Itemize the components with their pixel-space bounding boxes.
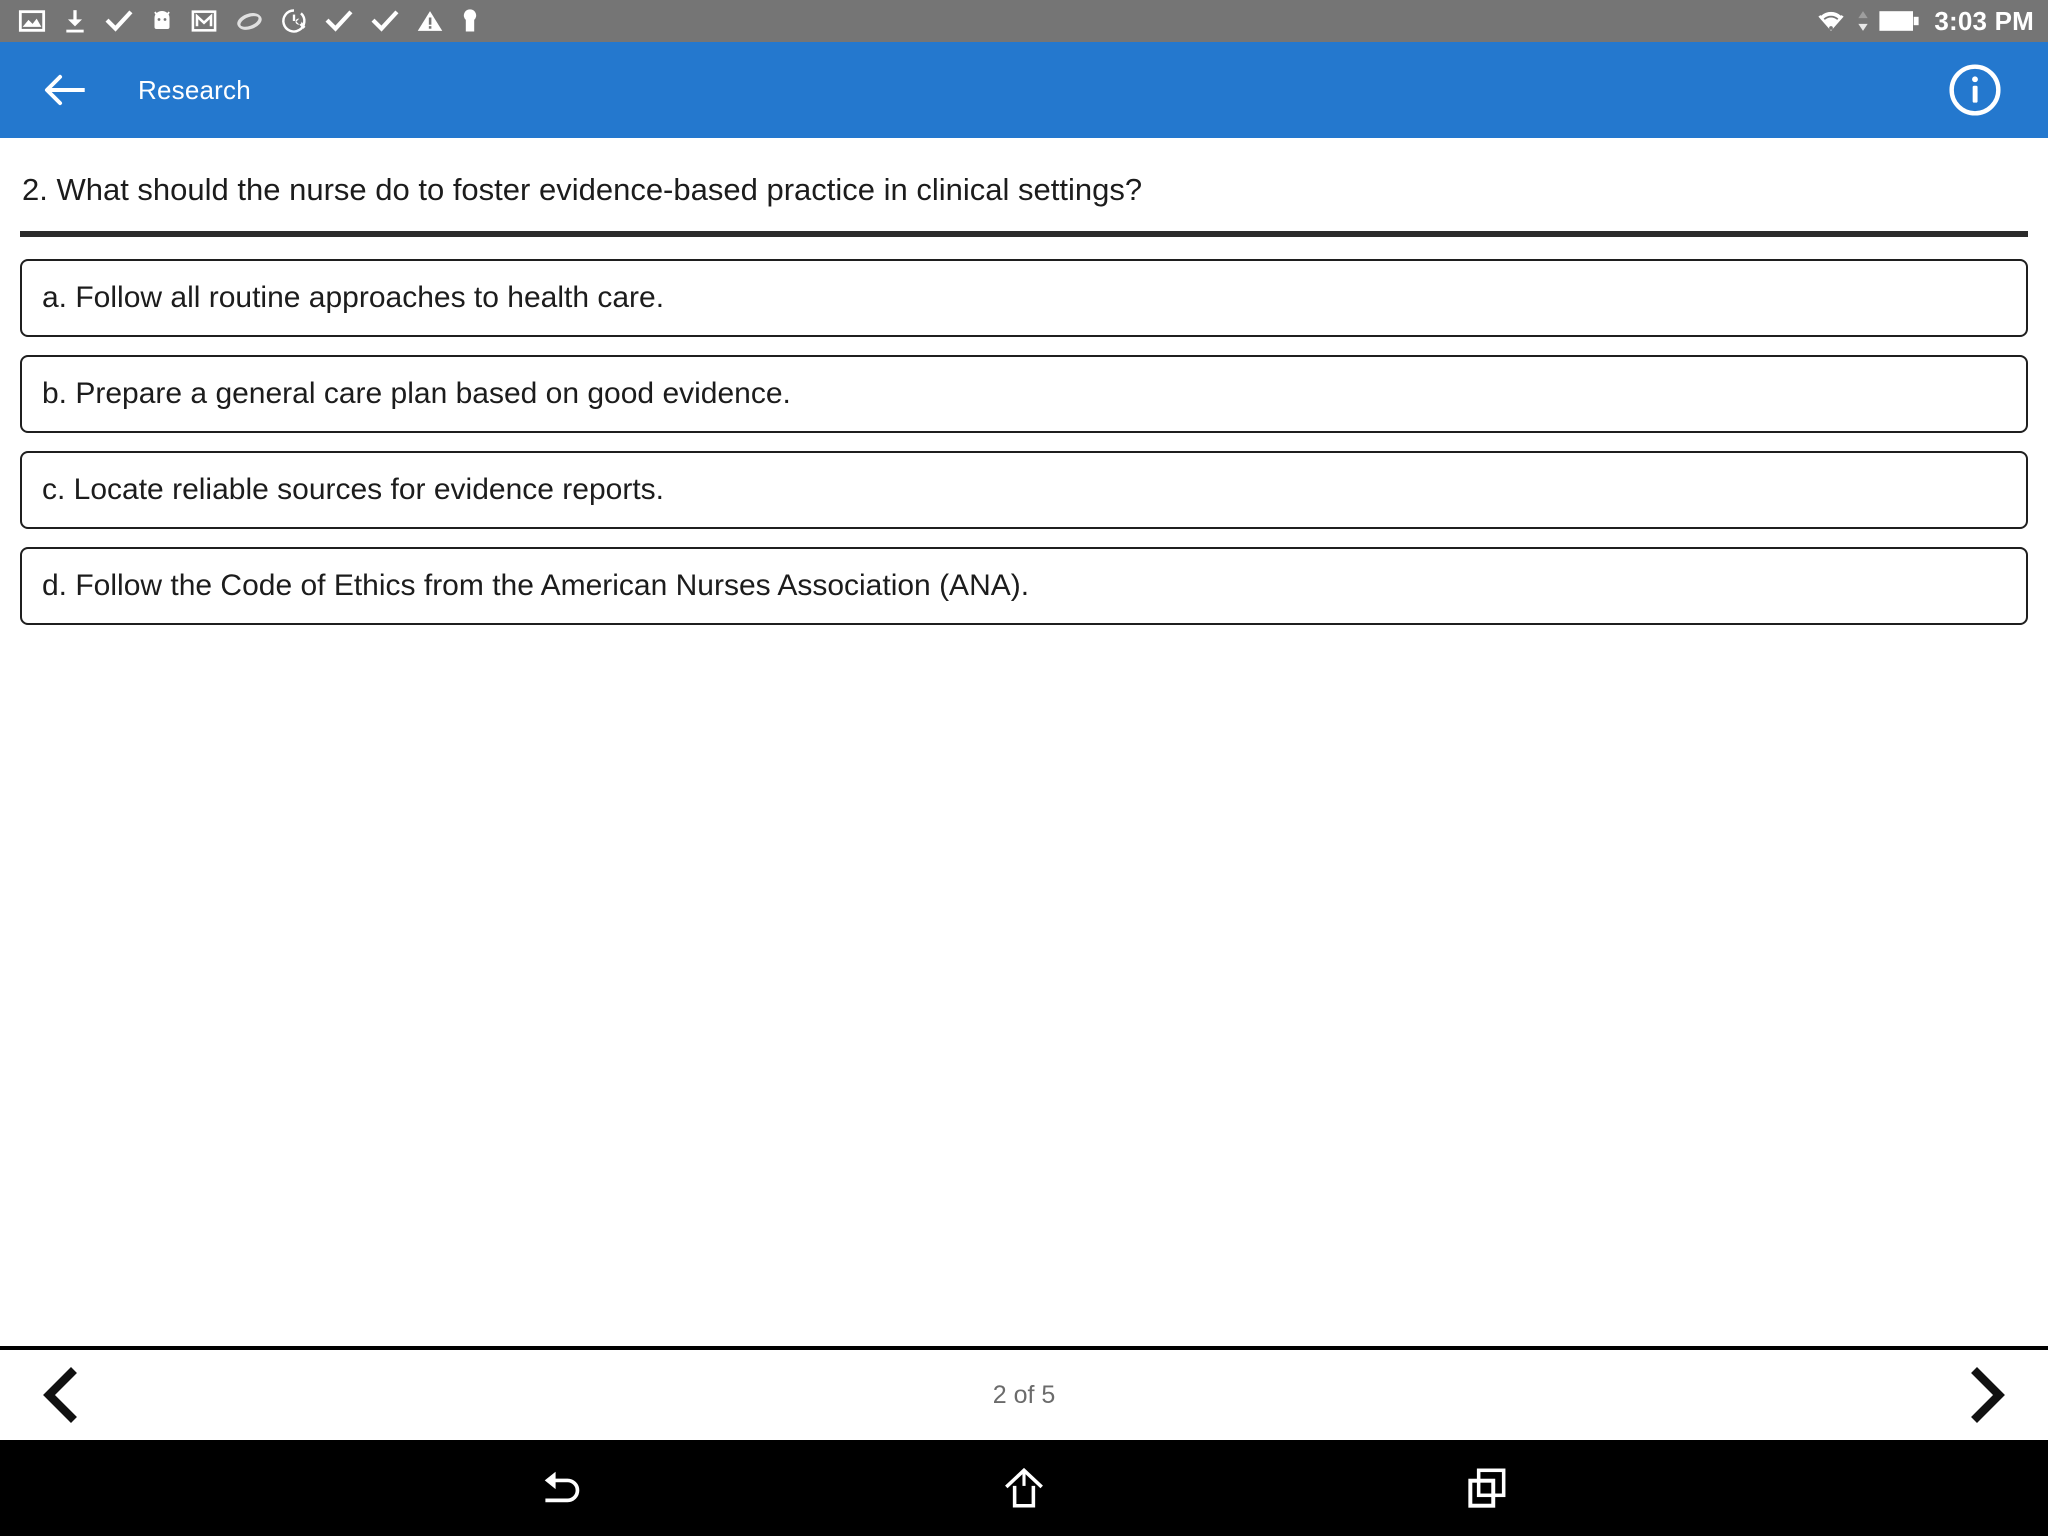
previous-question-button[interactable] <box>26 1360 96 1430</box>
answer-option-d-label: d. Follow the Code of Ethics from the Am… <box>42 568 1030 602</box>
android-back-button[interactable] <box>516 1452 606 1524</box>
android-home-button[interactable] <box>979 1452 1069 1524</box>
android-recents-button[interactable] <box>1442 1452 1532 1524</box>
answer-options-list: a. Follow all routine approaches to heal… <box>20 258 2028 625</box>
question-text: 2. What should the nurse do to foster ev… <box>22 172 1143 207</box>
answer-option-c-label: c. Locate reliable sources for evidence … <box>42 472 664 506</box>
photo-icon <box>18 7 46 35</box>
android-robot-icon <box>150 7 174 35</box>
gmail-icon <box>190 7 218 35</box>
status-bar-notification-icons <box>18 7 480 35</box>
tune-up-icon <box>280 7 308 35</box>
answer-option-d[interactable]: d. Follow the Code of Ethics from the Am… <box>20 546 2028 625</box>
android-navigation-bar <box>0 1440 2048 1536</box>
info-button[interactable] <box>1944 59 2006 121</box>
warning-triangle-icon <box>416 7 444 35</box>
data-transfer-arrows-icon <box>1856 7 1870 35</box>
status-bar: 3:03 PM <box>0 0 2048 42</box>
checkmark-icon-3 <box>370 7 400 35</box>
battery-icon <box>1878 8 1920 34</box>
keyhole-icon <box>460 7 480 35</box>
back-button[interactable] <box>36 61 94 119</box>
answer-option-a[interactable]: a. Follow all routine approaches to heal… <box>20 258 2028 337</box>
status-bar-clock: 3:03 PM <box>1934 5 2034 36</box>
next-question-button[interactable] <box>1952 1360 2022 1430</box>
answer-option-b-label: b. Prepare a general care plan based on … <box>42 376 791 410</box>
question-content: 2. What should the nurse do to foster ev… <box>0 138 2048 1346</box>
answer-option-b[interactable]: b. Prepare a general care plan based on … <box>20 354 2028 433</box>
checkmark-icon-2 <box>324 7 354 35</box>
answer-option-a-label: a. Follow all routine approaches to heal… <box>42 280 665 314</box>
page-indicator: 2 of 5 <box>992 1380 1056 1409</box>
download-icon <box>62 7 88 35</box>
question-divider <box>20 230 2028 237</box>
page-title: Research <box>138 74 251 105</box>
wifi-icon <box>1814 7 1848 35</box>
app-screen: 3:03 PM Research 2. What should the nurs… <box>0 0 2048 1536</box>
ellipse-icon <box>234 7 264 35</box>
checkmark-icon <box>104 7 134 35</box>
status-bar-system-icons: 3:03 PM <box>1814 6 2034 37</box>
pager-bar: 2 of 5 <box>0 1346 2048 1440</box>
answer-option-c[interactable]: c. Locate reliable sources for evidence … <box>20 450 2028 529</box>
app-bar: Research <box>0 42 2048 138</box>
